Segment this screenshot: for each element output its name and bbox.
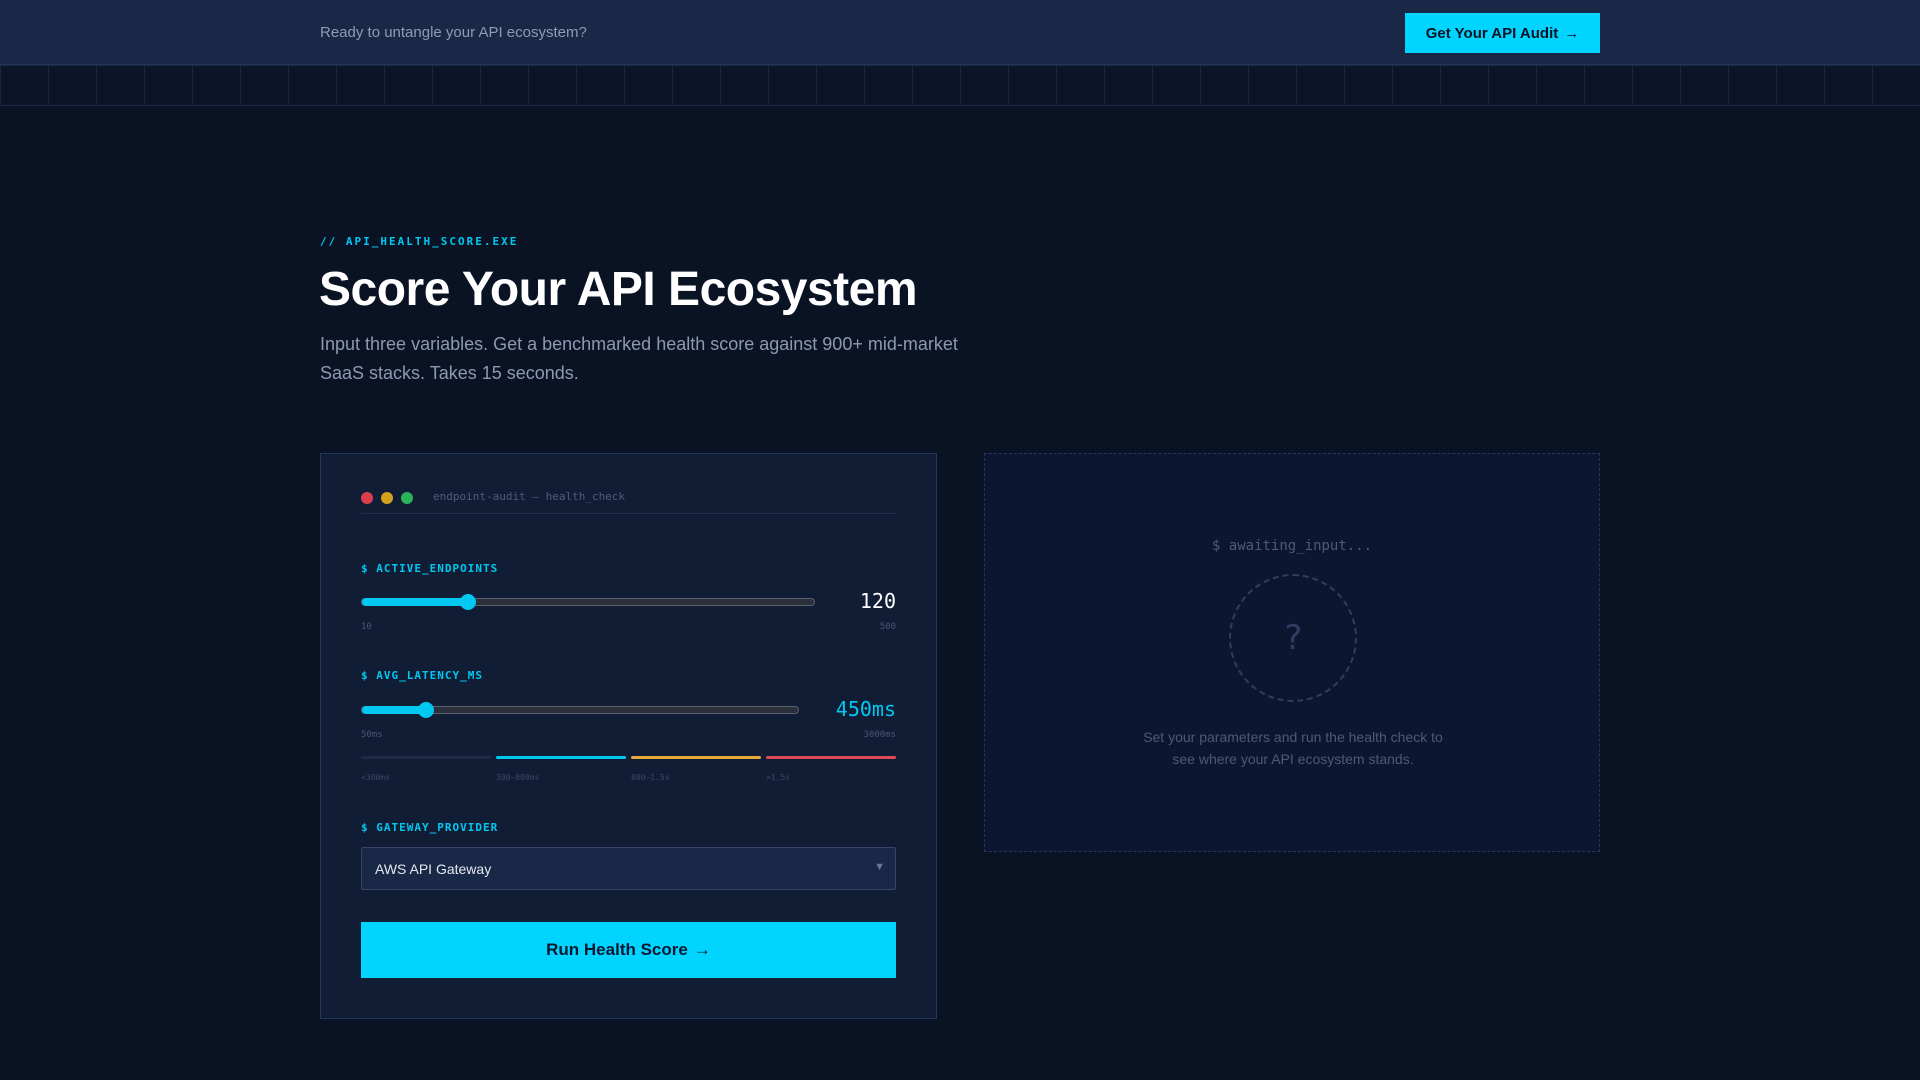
gateway-provider-selected: AWS API Gateway: [375, 860, 492, 877]
window-title: endpoint-audit — health_check: [433, 490, 626, 503]
latency-band-label: <300ms: [361, 773, 390, 782]
endpoints-min-label: 10: [361, 622, 372, 632]
latency-band-slow: [631, 756, 761, 759]
avg-latency-value: 450ms: [835, 697, 896, 721]
avg-latency-slider[interactable]: [361, 702, 799, 718]
active-endpoints-value: 120: [859, 589, 896, 613]
grid-decoration: [0, 65, 1920, 106]
slider-thumb[interactable]: [460, 594, 476, 610]
slider-fill: [362, 706, 426, 714]
chevron-down-icon: ▼: [874, 861, 885, 873]
endpoints-max-label: 500: [879, 622, 896, 632]
gateway-provider-label: $ GATEWAY_PROVIDER: [361, 821, 499, 834]
latency-band-label: 800–1.5s: [631, 773, 670, 782]
arrow-right-icon: →: [693, 940, 711, 959]
arrow-right-icon: →: [1564, 24, 1580, 42]
health-score-result-panel: $ awaiting_input... ? Set your parameter…: [984, 453, 1600, 852]
health-check-form-card: endpoint-audit — health_check $ ACTIVE_E…: [320, 453, 937, 1019]
awaiting-input-status: $ awaiting_input...: [1211, 538, 1373, 554]
latency-band-label: 300–800ms: [496, 773, 540, 782]
page-title: Score Your API Ecosystem: [319, 263, 918, 316]
banner-text: Ready to untangle your API ecosystem?: [320, 24, 587, 41]
latency-band-critical: [766, 756, 896, 759]
run-health-score-label: Run Health Score: [546, 940, 688, 959]
avg-latency-label: $ AVG_LATENCY_MS: [361, 669, 483, 682]
active-endpoints-label: $ ACTIVE_ENDPOINTS: [361, 562, 499, 575]
window-maximize-dot-icon: [401, 492, 413, 504]
latency-min-label: 50ms: [361, 730, 383, 740]
latency-band-good: [496, 756, 626, 759]
window-minimize-dot-icon: [381, 492, 393, 504]
active-endpoints-slider[interactable]: [361, 594, 815, 610]
section-eyebrow: // API_HEALTH_SCORE.EXE: [320, 235, 519, 248]
run-health-score-button[interactable]: Run Health Score →: [361, 922, 896, 978]
latency-max-label: 3000ms: [863, 730, 896, 740]
result-placeholder-text: Set your parameters and run the health c…: [1143, 729, 1443, 767]
placeholder-glyph: ?: [1282, 618, 1304, 658]
top-banner: Ready to untangle your API ecosystem? Ge…: [0, 0, 1920, 65]
get-api-audit-button[interactable]: Get Your API Audit →: [1405, 13, 1600, 53]
slider-thumb[interactable]: [418, 702, 434, 718]
get-api-audit-label: Get Your API Audit: [1425, 24, 1559, 42]
question-mark-icon: ?: [1229, 574, 1357, 702]
slider-fill: [362, 598, 468, 606]
window-header: endpoint-audit — health_check: [361, 490, 896, 514]
latency-band-excellent: [361, 756, 491, 759]
gateway-provider-select[interactable]: AWS API Gateway ▼: [361, 847, 896, 890]
latency-band-label: >1.5s: [766, 773, 791, 782]
window-close-dot-icon: [361, 492, 373, 504]
page-subtitle: Input three variables. Get a benchmarked…: [320, 334, 958, 383]
